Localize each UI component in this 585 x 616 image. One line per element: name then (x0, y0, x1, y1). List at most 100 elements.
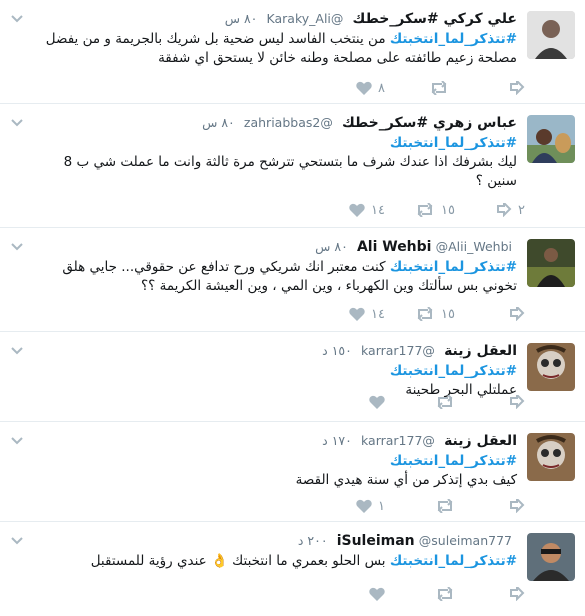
tweet-actions: ٢ ١٥ ١٤ (125, 200, 525, 220)
timestamp[interactable]: ٨٠ س (202, 115, 235, 130)
timestamp[interactable]: ١٧٠ د (322, 433, 352, 448)
timestamp[interactable]: ٢٠٠ د (298, 533, 328, 548)
hashtag-link[interactable]: #تتذكر_لما_انتخبتك (390, 553, 517, 569)
tweet-2[interactable]: عباس زهري #سكر_خطك @zahriabbas2 ٨٠ س #تت… (0, 104, 585, 228)
tweet-actions (125, 392, 525, 412)
tweet-4[interactable]: العقل زينة @karrar177 ١٥٠ د #تتذكر_لما_ا… (0, 332, 585, 422)
heart-icon (349, 307, 365, 321)
retweet-button[interactable]: ١٥ (415, 304, 455, 324)
like-count: ١٤ (371, 202, 385, 218)
chevron-down-icon[interactable] (10, 346, 24, 356)
tweet-text: #تتذكر_لما_انتخبتك كيف بدي إتذكر من أي س… (18, 452, 517, 490)
reply-icon (510, 499, 525, 513)
heart-icon (356, 81, 372, 95)
reply-icon (510, 395, 525, 409)
hashtag-link[interactable]: #تتذكر_لما_انتخبتك (390, 363, 517, 379)
tweet-text: #تتذكر_لما_انتخبتك بس الحلو بعمري ما انت… (18, 552, 517, 571)
tweet-actions: ١ (125, 496, 525, 516)
like-button[interactable]: ١ (356, 496, 385, 516)
timestamp[interactable]: ٨٠ س (225, 11, 258, 26)
tweet-header: العقل زينة @karrar177 ١٧٠ د (322, 432, 517, 451)
display-name[interactable]: Ali Wehbi (357, 239, 432, 255)
heart-icon (369, 587, 385, 601)
tweet-text-line-2: سنين ؟ (475, 173, 517, 189)
user-handle[interactable]: @suleiman777 (419, 533, 512, 548)
like-button[interactable]: ١٤ (349, 200, 385, 220)
avatar[interactable] (527, 11, 575, 59)
avatar[interactable] (527, 433, 575, 481)
display-name[interactable]: iSuleiman (337, 533, 415, 549)
tweet-6[interactable]: iSuleiman @suleiman777 ٢٠٠ د #تتذكر_لما_… (0, 522, 585, 616)
retweet-icon (417, 203, 433, 217)
tweet-3[interactable]: Ali Wehbi @Alii_Wehbi ٨٠ س #تتذكر_لما_ان… (0, 228, 585, 332)
display-name[interactable]: العقل زينة (444, 343, 517, 359)
tweet-text-line-2: مصلحة زعيم طائفته على مصلحة وطنه خائن لا… (158, 50, 517, 66)
hashtag-link[interactable]: #تتذكر_لما_انتخبتك (390, 259, 517, 275)
tweet-header: العقل زينة @karrar177 ١٥٠ د (322, 342, 517, 361)
timestamp[interactable]: ٨٠ س (315, 239, 348, 254)
chevron-down-icon[interactable] (10, 436, 24, 446)
heart-icon (369, 395, 385, 409)
hashtag-link[interactable]: #تتذكر_لما_انتخبتك (390, 31, 517, 47)
tweet-text-line-2: عندي رؤية للمستقبل (90, 553, 212, 569)
tweet-text-line-2: تخوني بس سألتك وين الكهرباء ، وين المي ،… (140, 278, 517, 294)
reply-button[interactable] (509, 304, 525, 324)
avatar[interactable] (527, 533, 575, 581)
like-button[interactable]: ١٤ (349, 304, 385, 324)
tweet-5[interactable]: العقل زينة @karrar177 ١٧٠ د #تتذكر_لما_ا… (0, 422, 585, 522)
reply-icon (510, 587, 525, 601)
retweet-icon (417, 307, 433, 321)
like-button[interactable] (369, 392, 385, 412)
tweet-header: عباس زهري #سكر_خطك @zahriabbas2 ٨٠ س (202, 114, 517, 133)
chevron-down-icon[interactable] (10, 118, 24, 128)
retweet-button[interactable] (429, 78, 455, 98)
reply-button[interactable] (509, 392, 525, 412)
user-handle[interactable]: @Karaky_Ali (267, 11, 344, 26)
chevron-down-icon[interactable] (10, 536, 24, 546)
like-button[interactable] (369, 584, 385, 604)
retweet-count: ١٥ (441, 306, 455, 322)
retweet-icon (437, 395, 453, 409)
user-handle[interactable]: @zahriabbas2 (244, 115, 333, 130)
retweet-button[interactable]: ١٥ (415, 200, 455, 220)
tweet-text-line-1: من ينتخب الفاسد ليس ضحية بل شريك بالجريم… (45, 31, 390, 47)
tweet-text-line-1: ليك بشرفك اذا عندك شرف ما بتستحي تترشح م… (63, 154, 517, 170)
retweet-button[interactable] (435, 392, 455, 412)
reply-button[interactable] (509, 496, 525, 516)
user-handle[interactable]: @karrar177 (361, 343, 435, 358)
tweet-1[interactable]: علي كركي #سكر_خطك @Karaky_Ali ٨٠ س #تتذك… (0, 0, 585, 104)
reply-icon (510, 81, 525, 95)
heart-icon (349, 203, 365, 217)
user-handle[interactable]: @Alii_Wehbi (436, 239, 512, 254)
avatar[interactable] (527, 115, 575, 163)
avatar[interactable] (527, 239, 575, 287)
hashtag-link[interactable]: #تتذكر_لما_انتخبتك (390, 453, 517, 469)
chevron-down-icon[interactable] (10, 14, 24, 24)
timestamp[interactable]: ١٥٠ د (322, 343, 352, 358)
avatar[interactable] (527, 343, 575, 391)
display-name[interactable]: علي كركي #سكر_خطك (353, 11, 517, 27)
tweet-text-line-1: كيف بدي إتذكر من أي سنة هيدي القصة (295, 472, 517, 488)
tweet-text-line-1: بس الحلو بعمري ما انتخبتك (227, 553, 390, 569)
reply-icon (510, 307, 525, 321)
reply-button[interactable] (509, 584, 525, 604)
like-count: ١٤ (371, 306, 385, 322)
reply-button[interactable] (509, 78, 525, 98)
retweet-button[interactable] (435, 584, 455, 604)
display-name[interactable]: عباس زهري #سكر_خطك (342, 115, 517, 131)
chevron-down-icon[interactable] (10, 242, 24, 252)
hashtag-link[interactable]: #تتذكر_لما_انتخبتك (390, 135, 517, 151)
reply-icon (497, 203, 512, 217)
reply-count: ٢ (518, 202, 525, 218)
retweet-icon (437, 499, 453, 513)
like-count: ٨ (378, 80, 385, 96)
tweet-actions: ١٥ ١٤ (125, 304, 525, 324)
user-handle[interactable]: @karrar177 (361, 433, 435, 448)
retweet-count: ١٥ (441, 202, 455, 218)
reply-button[interactable]: ٢ (496, 200, 525, 220)
display-name[interactable]: العقل زينة (444, 433, 517, 449)
tweet-text: #تتذكر_لما_انتخبتك من ينتخب الفاسد ليس ض… (18, 30, 517, 68)
retweet-button[interactable] (435, 496, 455, 516)
like-button[interactable]: ٨ (356, 78, 385, 98)
tweet-text: #تتذكر_لما_انتخبتك كنت معتبر انك شريكي و… (18, 258, 517, 296)
